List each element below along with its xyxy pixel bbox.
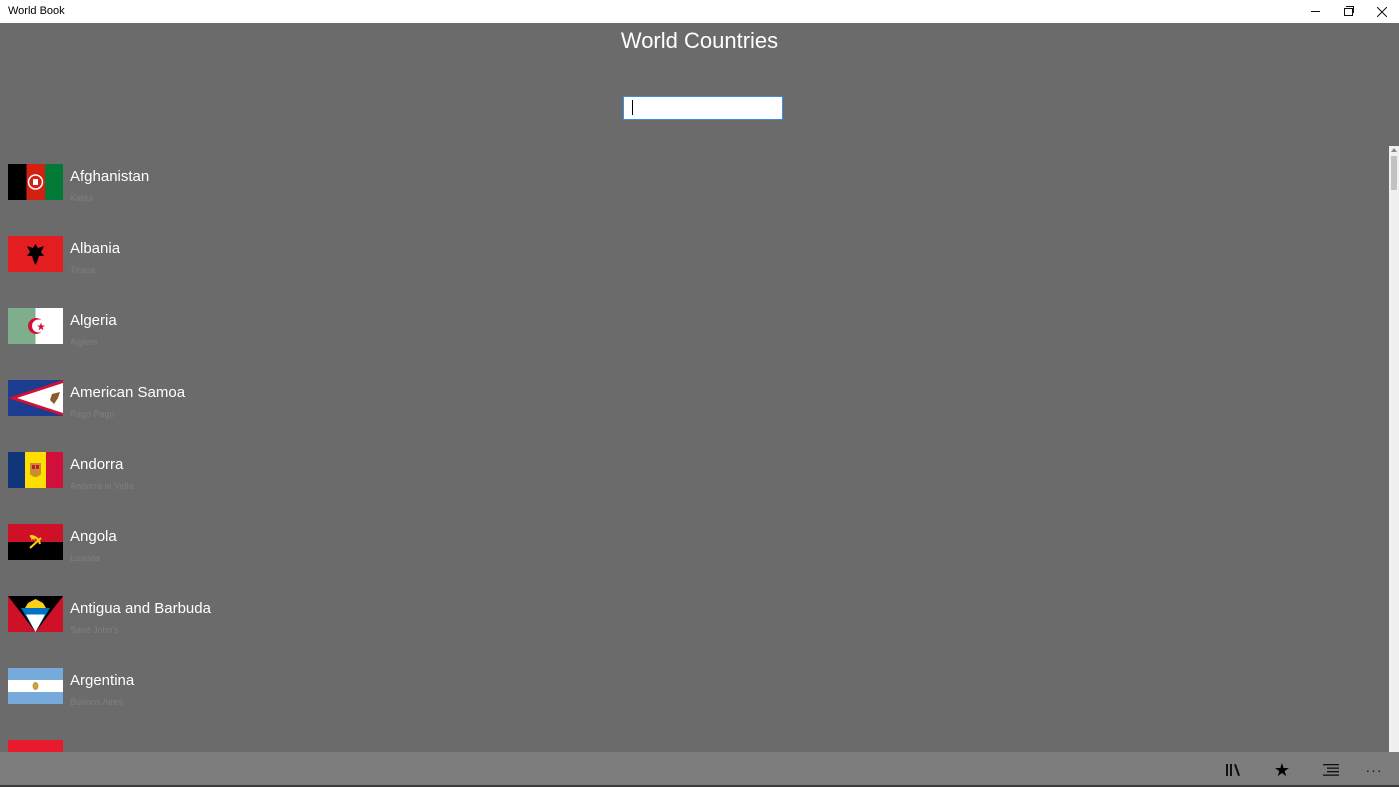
- country-list-item[interactable]: American Samoa Pago Pago: [0, 362, 600, 434]
- flag-albania-icon: [8, 236, 63, 272]
- flag-afghanistan-icon: [8, 164, 63, 200]
- library-button[interactable]: [1213, 752, 1253, 787]
- country-list-item[interactable]: Argentina Buenos Aires: [0, 650, 600, 722]
- restore-button[interactable]: [1331, 0, 1365, 23]
- flag-angola-icon: [8, 524, 63, 560]
- favorites-button[interactable]: ★: [1262, 752, 1302, 787]
- country-list[interactable]: Afghanistan Kabul Albania Tirana Algeria…: [0, 146, 1389, 752]
- flag-andorra-icon: [8, 452, 63, 488]
- close-icon: [1377, 6, 1387, 17]
- flag-argentina-icon: [8, 668, 63, 704]
- country-name: Algeria: [70, 312, 117, 329]
- list-icon: [1323, 763, 1339, 776]
- country-capital: Andorra la Vella: [70, 481, 134, 491]
- country-capital: Tirana: [70, 265, 96, 275]
- country-list-item[interactable]: Antigua and Barbuda Saint John's: [0, 578, 600, 650]
- title-bar: World Book: [0, 0, 1399, 23]
- country-list-item[interactable]: Andorra Andorra la Vella: [0, 434, 600, 506]
- country-name: Albania: [70, 240, 121, 257]
- country-name: Afghanistan: [70, 168, 150, 185]
- restore-icon: [1343, 5, 1354, 16]
- country-list-item[interactable]: [0, 722, 600, 752]
- country-capital: Luanda: [70, 553, 101, 563]
- country-name: Angola: [70, 528, 117, 545]
- flag-armenia-icon: [8, 740, 63, 752]
- flag-antigua-and-barbuda-icon: [8, 596, 63, 632]
- country-list-item[interactable]: Algeria Algiers: [0, 290, 600, 362]
- star-icon: ★: [1273, 759, 1291, 780]
- close-button[interactable]: [1365, 0, 1399, 23]
- country-capital: Pago Pago: [70, 409, 115, 419]
- text-caret: [632, 100, 633, 115]
- country-name: Andorra: [70, 456, 124, 473]
- list-view-button[interactable]: [1311, 752, 1351, 787]
- page-title: World Countries: [620, 28, 779, 53]
- country-name: Antigua and Barbuda: [70, 600, 211, 617]
- country-list-item[interactable]: Albania Tirana: [0, 218, 600, 290]
- country-capital: Kabul: [70, 193, 94, 203]
- more-icon: ···: [1365, 761, 1383, 778]
- app-title: World Book: [8, 5, 65, 17]
- library-icon: [1226, 763, 1240, 776]
- country-capital: Algiers: [70, 337, 98, 347]
- scroll-up-arrow-icon[interactable]: [1391, 148, 1397, 152]
- scrollbar-thumb[interactable]: [1391, 156, 1397, 190]
- flag-algeria-icon: [8, 308, 63, 344]
- search-input[interactable]: [623, 96, 783, 120]
- country-capital: Buenos Aires: [70, 697, 124, 707]
- more-options-button[interactable]: ···: [1354, 752, 1394, 787]
- country-capital: Saint John's: [70, 625, 119, 635]
- scrollbar[interactable]: [1389, 146, 1399, 752]
- minimize-icon: [1310, 11, 1320, 12]
- minimize-button[interactable]: [1298, 0, 1332, 23]
- country-name: Argentina: [70, 672, 135, 689]
- country-list-item[interactable]: Angola Luanda: [0, 506, 600, 578]
- country-list-item[interactable]: Afghanistan Kabul: [0, 146, 600, 218]
- app-bar: [0, 752, 1399, 787]
- flag-american-samoa-icon: [8, 380, 63, 416]
- country-name: American Samoa: [70, 384, 186, 401]
